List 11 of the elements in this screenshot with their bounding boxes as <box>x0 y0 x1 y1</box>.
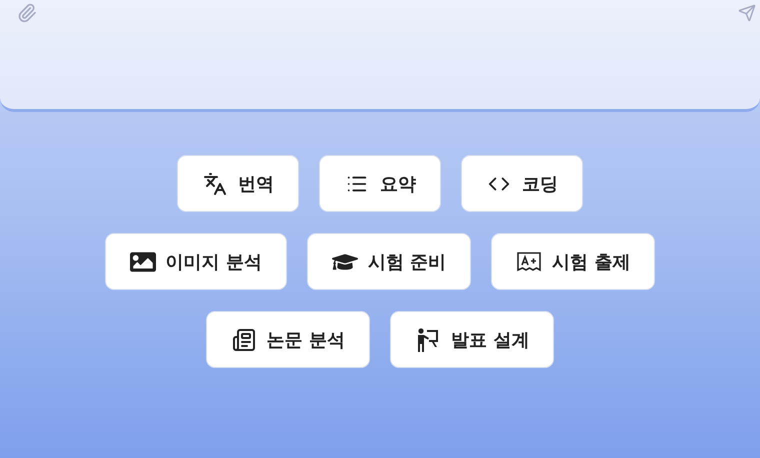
quick-action-button[interactable]: 요약 <box>319 155 441 212</box>
quick-action-button[interactable]: 시험 준비 <box>306 233 472 290</box>
presenter-icon <box>415 326 441 352</box>
quick-action-button[interactable]: 이미지 분석 <box>104 233 287 290</box>
quick-action-button[interactable]: 코딩 <box>461 155 583 212</box>
quick-action-button[interactable]: 발표 설계 <box>390 311 554 368</box>
newspaper-icon <box>230 326 257 352</box>
quick-action-button[interactable]: 논문 분석 <box>206 311 370 368</box>
quick-action-button[interactable]: 번역 <box>177 155 299 212</box>
quick-action-button[interactable]: 시험 출제 <box>491 233 656 290</box>
translate-icon <box>202 170 228 196</box>
